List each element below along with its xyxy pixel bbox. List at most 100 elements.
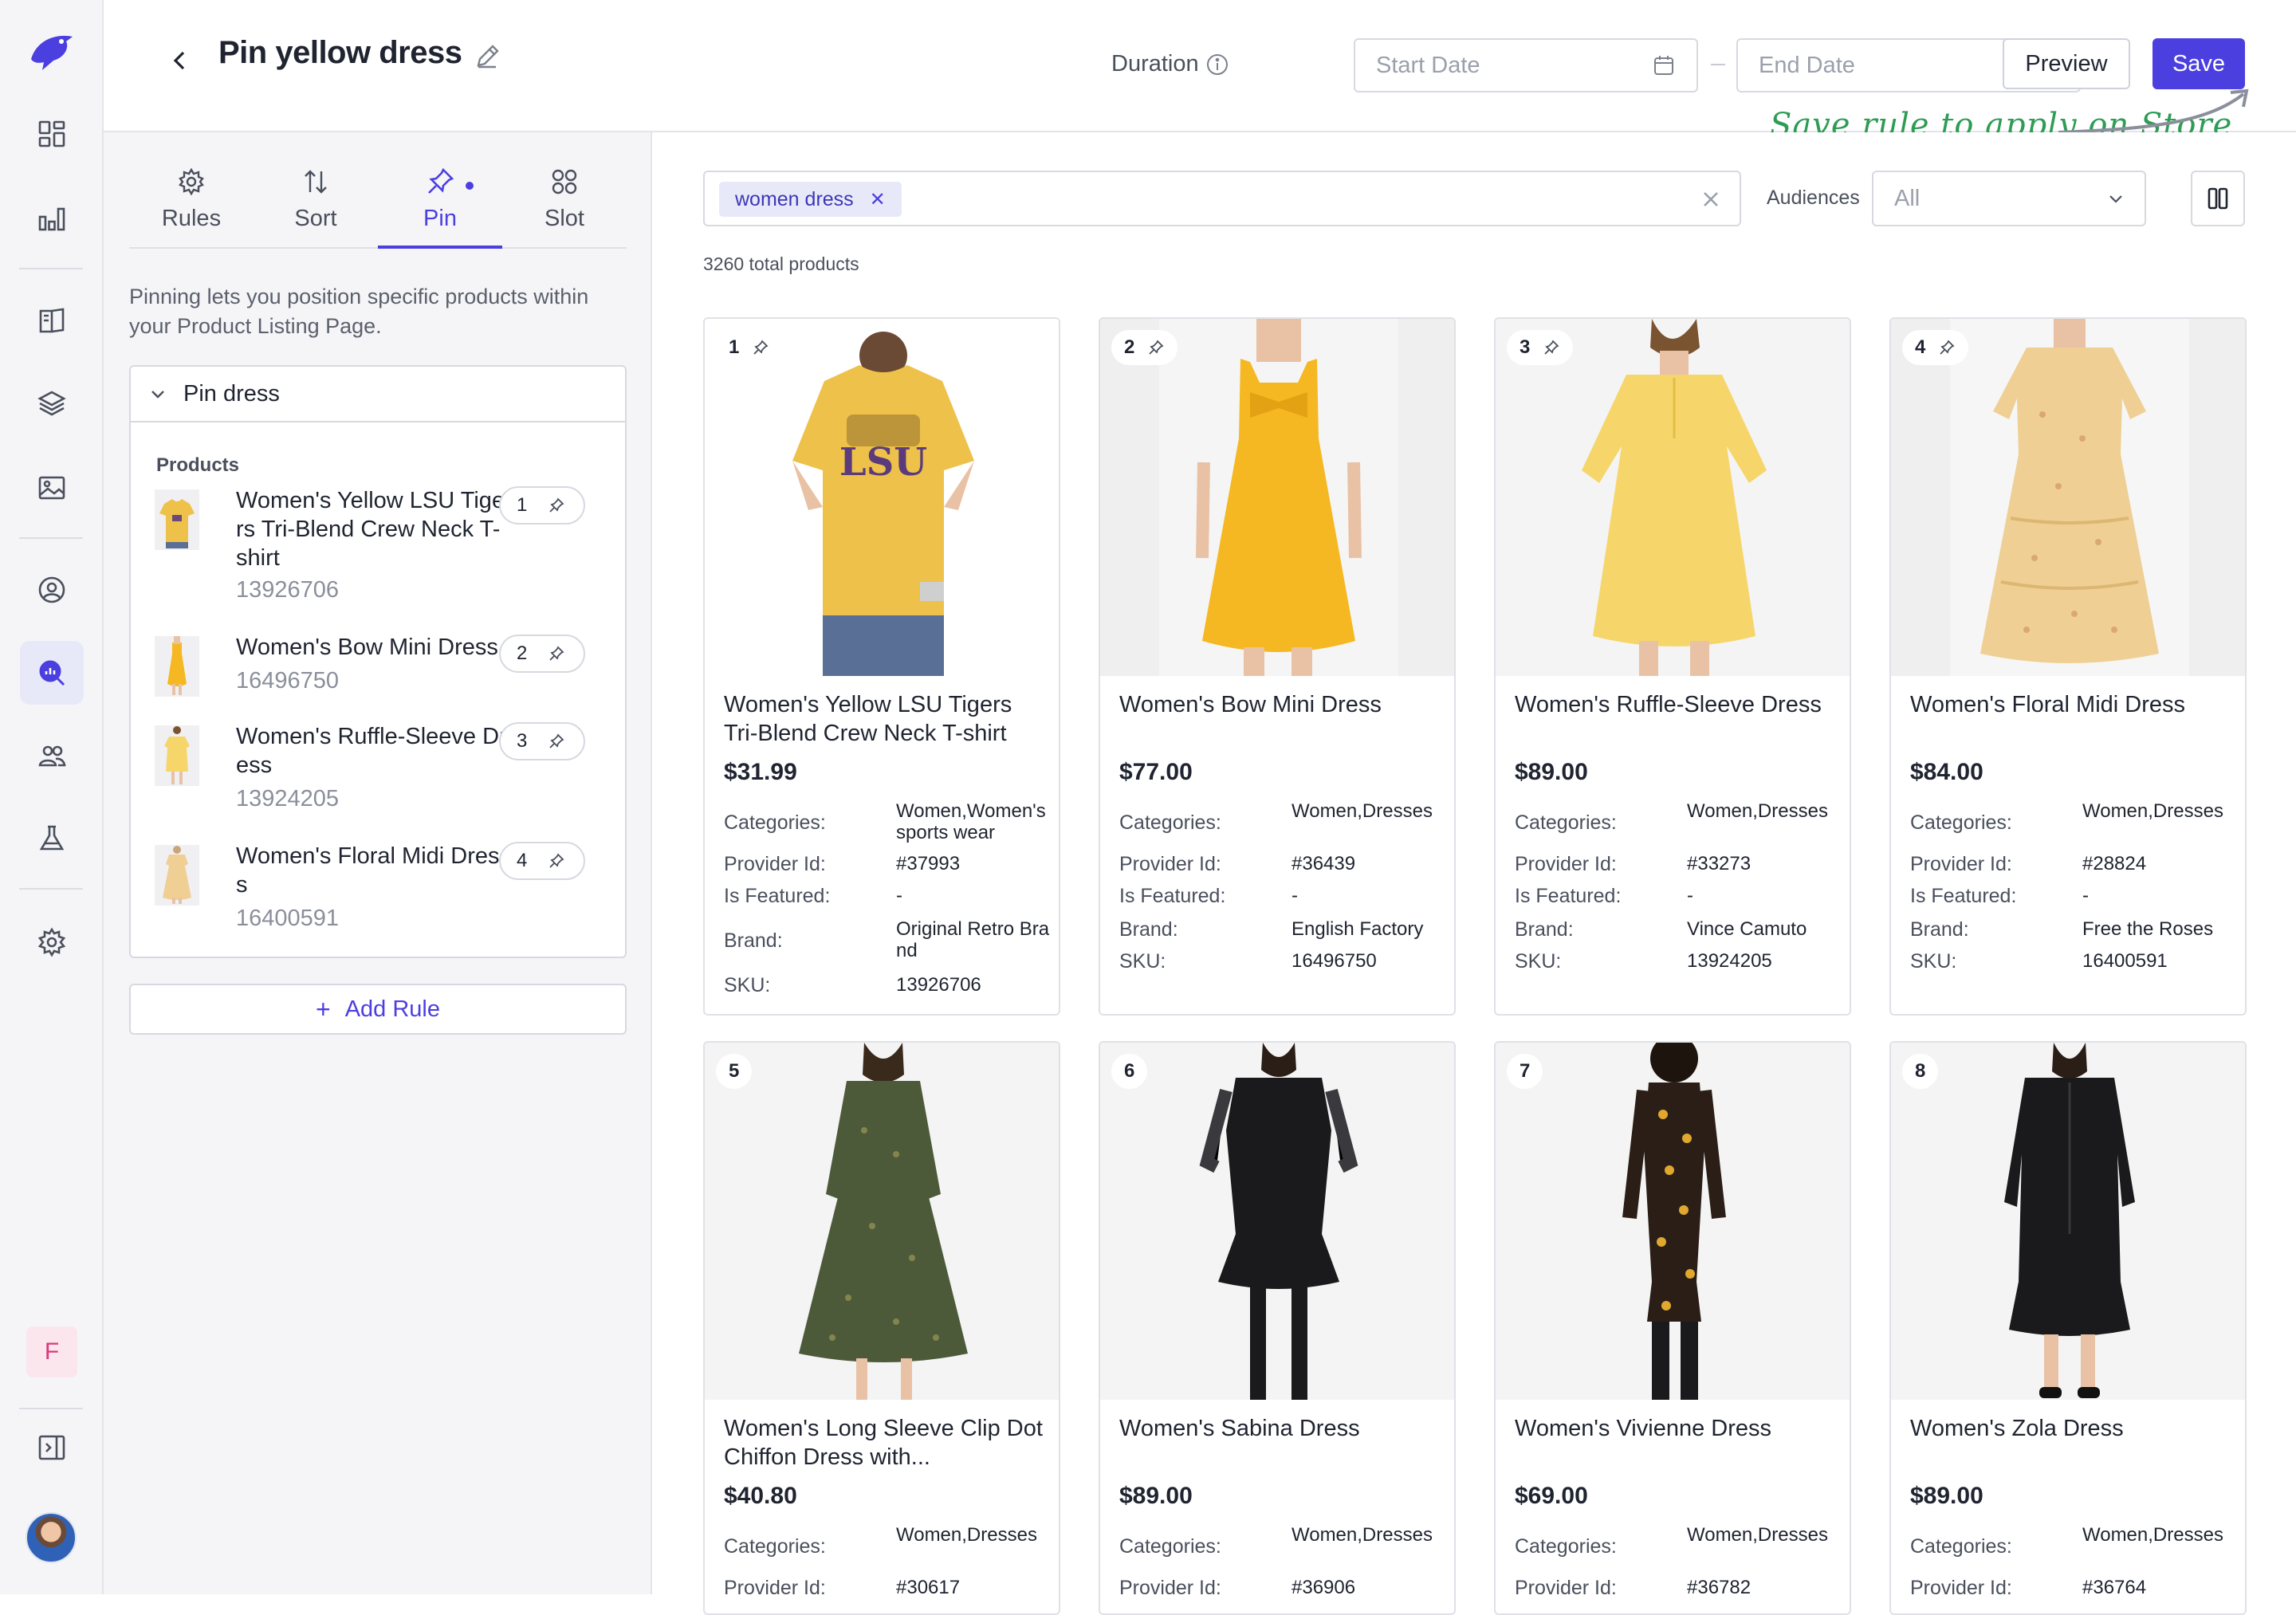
book-icon[interactable] — [20, 289, 84, 352]
pinned-product-id: 16400591 — [236, 906, 340, 931]
pin-position-value: 4 — [517, 850, 528, 871]
search-input[interactable]: women dress ✕ — [703, 171, 1741, 226]
layers-icon[interactable] — [20, 371, 84, 435]
meta-featured: - — [896, 885, 902, 906]
meta-featured: - — [2082, 885, 2089, 906]
product-card[interactable]: 7 Women's Vivienne Dress $69.00 Categori… — [1494, 1041, 1851, 1615]
pinned-product-id: 16496750 — [236, 668, 340, 694]
start-date-input[interactable]: Start Date — [1354, 38, 1698, 92]
meta-featured: - — [1687, 885, 1693, 906]
product-image: 4 — [1891, 319, 2245, 676]
column-layout-button[interactable] — [2191, 171, 2245, 226]
rail-divider — [19, 268, 83, 269]
meta-label: Categories: — [1910, 811, 2012, 834]
tab-rules[interactable]: Rules — [129, 153, 254, 249]
position-badge: 6 — [1111, 1054, 1148, 1089]
rail-divider — [19, 537, 83, 539]
pinned-product-id: 13926706 — [236, 577, 340, 603]
remove-chip-icon[interactable]: ✕ — [870, 188, 886, 211]
rail-divider — [19, 888, 83, 890]
start-date-placeholder: Start Date — [1376, 52, 1480, 78]
pin-position-input[interactable]: 1 — [499, 486, 585, 525]
audiences-select[interactable]: All — [1872, 171, 2146, 226]
product-price: $84.00 — [1910, 759, 1983, 785]
user-avatar[interactable] — [26, 1512, 77, 1563]
product-price: $40.80 — [724, 1483, 797, 1509]
workspace-badge[interactable]: F — [26, 1326, 77, 1377]
rule-tabs: Rules Sort Pin Slot — [129, 153, 627, 249]
add-rule-button[interactable]: + Add Rule — [129, 984, 627, 1035]
user-circle-icon[interactable] — [20, 558, 84, 622]
search-chip[interactable]: women dress ✕ — [719, 182, 902, 217]
pin-group-header[interactable]: Pin dress — [131, 367, 625, 422]
chevron-left-icon — [173, 51, 185, 70]
pin-icon[interactable] — [1147, 339, 1165, 356]
product-image: 5 — [705, 1043, 1059, 1400]
meta-label: Brand: — [1515, 918, 1574, 941]
columns-icon — [2208, 187, 2228, 210]
pin-position-input[interactable]: 4 — [499, 842, 585, 880]
pin-icon — [549, 853, 564, 868]
meta-label: Categories: — [724, 1535, 826, 1558]
clear-icon[interactable] — [1700, 188, 1722, 210]
bird-logo-icon[interactable] — [26, 30, 77, 73]
pin-position-input[interactable]: 3 — [499, 722, 585, 760]
position-badge: 5 — [716, 1054, 753, 1089]
product-image: 6 — [1100, 1043, 1454, 1400]
back-button[interactable] — [158, 38, 202, 83]
meta-label: Categories: — [1119, 1535, 1221, 1558]
image-icon[interactable] — [20, 456, 84, 520]
unsaved-indicator — [466, 182, 474, 190]
pin-icon[interactable] — [1543, 339, 1560, 356]
meta-provider: #33273 — [1687, 853, 1751, 874]
product-card[interactable]: 8 Women's Zola Dress $89.00 Categories: … — [1889, 1041, 2247, 1615]
bar-chart-icon[interactable] — [20, 187, 84, 250]
meta-label: Is Featured: — [1910, 885, 2017, 907]
position-number: 5 — [729, 1060, 740, 1082]
layout-grid-icon[interactable] — [20, 102, 84, 166]
product-price: $77.00 — [1119, 759, 1193, 785]
pin-icon — [549, 497, 564, 513]
meta-provider: #30617 — [896, 1577, 961, 1598]
info-icon[interactable] — [1205, 53, 1229, 77]
product-card[interactable]: 6 Women's Sabina Dress $89.00 Categories… — [1099, 1041, 1456, 1615]
meta-categories: Women,Dresses — [2082, 800, 2223, 822]
meta-featured: - — [1292, 885, 1298, 906]
product-card[interactable]: 3 Women's Ruffle-Sleeve Dress $89.00 Cat… — [1494, 317, 1851, 1016]
meta-label: Provider Id: — [1119, 1577, 1221, 1599]
product-card[interactable]: LSU 1 Women's Yellow LSU Tigers Tri-Blen… — [703, 317, 1060, 1016]
users-icon[interactable] — [20, 724, 84, 788]
position-badge: 7 — [1507, 1054, 1543, 1089]
flask-icon[interactable] — [20, 807, 84, 870]
product-title: Women's Yellow LSU Tigers Tri-Blend Crew… — [724, 692, 1012, 746]
pin-position-input[interactable]: 2 — [499, 635, 585, 673]
tab-sort[interactable]: Sort — [254, 153, 378, 249]
product-card[interactable]: 2 Women's Bow Mini Dress $77.00 Categori… — [1099, 317, 1456, 1016]
pin-position-value: 3 — [517, 730, 528, 752]
pin-icon[interactable] — [1938, 339, 1956, 356]
meta-label: Categories: — [1515, 811, 1617, 834]
meta-label: Is Featured: — [724, 885, 831, 907]
position-badge: 8 — [1902, 1054, 1939, 1089]
gear-icon[interactable] — [20, 910, 84, 974]
product-title: Women's Sabina Dress — [1119, 1416, 1360, 1441]
pin-position-value: 2 — [517, 642, 528, 664]
product-image: 8 — [1891, 1043, 2245, 1400]
expand-sidebar-icon[interactable] — [20, 1416, 84, 1479]
meta-label: Categories: — [1515, 1535, 1617, 1558]
position-number: 4 — [1915, 336, 1926, 358]
product-price: $89.00 — [1119, 1483, 1193, 1509]
pin-icon[interactable] — [752, 339, 769, 356]
meta-label: Brand: — [1119, 918, 1178, 941]
position-number: 1 — [729, 336, 740, 358]
tab-pin[interactable]: Pin — [378, 153, 502, 249]
product-card[interactable]: 5 Women's Long Sleeve Clip Dot Chiffon D… — [703, 1041, 1060, 1615]
search-analytics-icon[interactable] — [20, 641, 84, 705]
chevron-down-icon — [151, 391, 164, 399]
meta-sku: 13926706 — [896, 974, 981, 996]
product-card[interactable]: 4 Women's Floral Midi Dress $84.00 Categ… — [1889, 317, 2247, 1016]
tab-slot[interactable]: Slot — [502, 153, 627, 249]
pencil-icon[interactable] — [472, 40, 504, 72]
page-title: Pin yellow dress — [218, 35, 462, 70]
pinned-product-id: 13924205 — [236, 786, 340, 811]
